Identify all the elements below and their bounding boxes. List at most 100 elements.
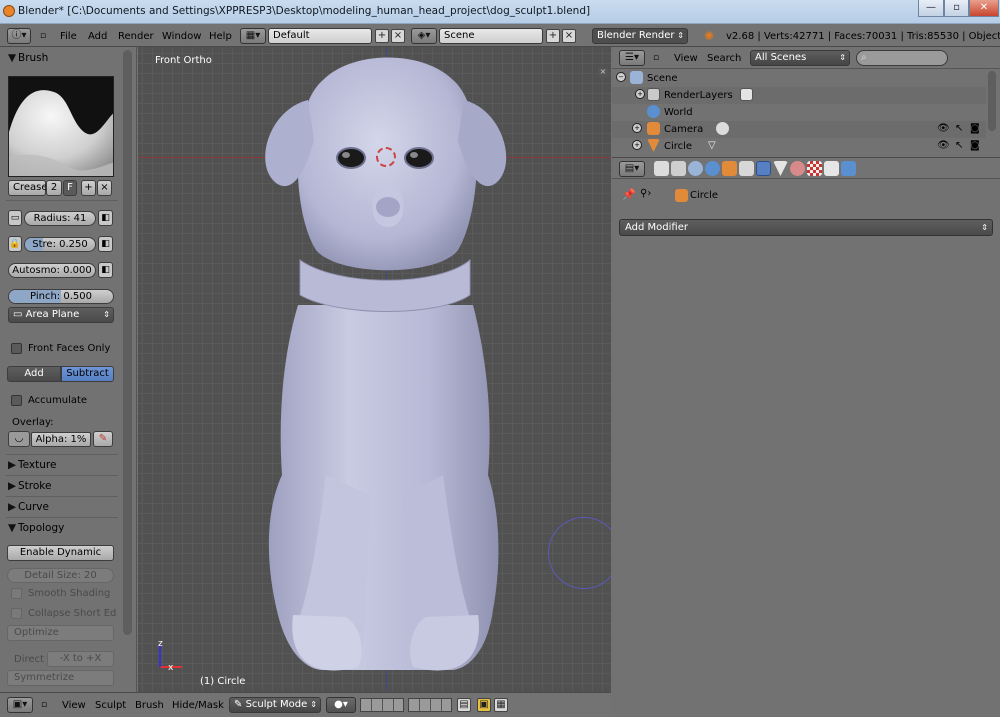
editor-type-properties-icon[interactable]: ▤▾ (619, 161, 645, 177)
tool-shelf-scrollbar[interactable] (123, 50, 132, 635)
expand-toggle-icon[interactable]: + (632, 123, 642, 133)
overlay-eye-icon[interactable]: ◡ (8, 431, 30, 447)
modifiers-tab-icon[interactable] (756, 161, 771, 176)
menu-sculpt[interactable]: Sculpt (95, 700, 126, 711)
editor-type-outliner-icon[interactable]: ☰▾ (619, 50, 645, 66)
constraints-tab-icon[interactable] (739, 161, 754, 176)
autosmooth-pressure-icon[interactable]: ◧ (98, 262, 113, 278)
smooth-shading-checkbox[interactable] (11, 588, 22, 599)
topology-panel-header[interactable]: ▼ Topology (8, 522, 64, 534)
menu-help[interactable]: Help (209, 31, 232, 42)
optimize-button[interactable]: Optimize (7, 625, 114, 641)
outliner-menu-search[interactable]: Search (707, 53, 741, 64)
mesh-data-tab-icon[interactable] (773, 161, 788, 176)
render-animation-icon[interactable]: ▦ (494, 698, 508, 712)
radius-slider[interactable]: Radius: 41 (24, 211, 96, 226)
outliner-search-input[interactable]: ⌕ (856, 50, 948, 66)
menu-view[interactable]: View (62, 700, 86, 711)
remove-scene-icon[interactable]: × (562, 29, 576, 43)
particles-tab-icon[interactable] (824, 161, 839, 176)
menu-toggle-icon[interactable]: ▫ (653, 53, 659, 63)
visibility-eye-icon[interactable]: 👁 (937, 123, 950, 134)
symmetrize-button[interactable]: Symmetrize (7, 670, 114, 686)
pinch-slider[interactable]: Pinch: 0.500 (8, 289, 114, 304)
radius-pressure-icon[interactable]: ◧ (98, 210, 113, 226)
pin-icon[interactable]: 📌 (622, 188, 636, 201)
radius-unit-icon[interactable]: ▭ (8, 210, 22, 226)
menu-hide-mask[interactable]: Hide/Mask (172, 700, 224, 711)
accumulate-checkbox[interactable] (11, 395, 22, 406)
world-tab-icon[interactable] (705, 161, 720, 176)
autosmooth-slider[interactable]: Autosmo: 0.000 (8, 263, 96, 278)
renderable-camera-icon[interactable]: ◙ (970, 123, 980, 134)
add-mode-button[interactable]: Add (7, 366, 61, 382)
brush-preview[interactable] (8, 76, 114, 177)
visibility-eye-icon[interactable]: 👁 (937, 140, 950, 151)
subtract-mode-button[interactable]: Subtract (61, 366, 114, 382)
add-screen-icon[interactable]: + (375, 29, 389, 43)
material-tab-icon[interactable] (790, 161, 805, 176)
outliner-row-camera[interactable]: + Camera 👁 ↖ ◙ (612, 121, 986, 138)
add-scene-icon[interactable]: + (546, 29, 560, 43)
mode-select[interactable]: ✎ Sculpt Mode ⇕ (229, 697, 321, 713)
symmetrize-direction-select[interactable]: -X to +X (47, 651, 114, 667)
outliner-menu-view[interactable]: View (674, 53, 698, 64)
front-faces-checkbox[interactable] (11, 343, 22, 354)
menu-file[interactable]: File (60, 31, 77, 42)
scene-tab-icon[interactable] (688, 161, 703, 176)
expand-toggle-icon[interactable]: + (635, 89, 645, 99)
detail-size-slider[interactable]: Detail Size: 20 (7, 568, 114, 583)
brush-users-count[interactable]: 2 (46, 180, 62, 196)
render-layers-tab-icon[interactable] (671, 161, 686, 176)
collapse-toggle-icon[interactable]: − (616, 72, 626, 82)
outliner-display-select[interactable]: All Scenes ⇕ (750, 50, 850, 66)
object-tab-icon[interactable] (722, 161, 737, 176)
scene-field[interactable]: Scene (439, 28, 543, 44)
texture-panel-header[interactable]: ▶ Texture (8, 459, 56, 471)
screen-layout-field[interactable]: Default (268, 28, 372, 44)
outliner-row-scene[interactable]: − Scene (612, 70, 986, 87)
editor-type-3dview-icon[interactable]: ▣▾ (7, 697, 33, 713)
unlink-brush-icon[interactable]: × (97, 180, 112, 196)
texture-tab-icon[interactable] (807, 161, 822, 176)
outliner-row-renderlayers[interactable]: + RenderLayers (612, 87, 986, 104)
render-preview-icon[interactable]: ▣ (477, 698, 491, 712)
outliner-scrollbar[interactable] (988, 71, 996, 131)
menu-brush[interactable]: Brush (135, 700, 164, 711)
scene-icon[interactable]: ◈▾ (411, 28, 437, 44)
menu-render[interactable]: Render (118, 31, 154, 42)
strength-slider[interactable]: Stre: 0.250 (24, 237, 96, 252)
sculpt-plane-select[interactable]: ▭ Area Plane ⇕ (8, 307, 114, 323)
strength-pressure-icon[interactable]: ◧ (98, 236, 113, 252)
layers-row-1-icon[interactable] (360, 698, 404, 712)
curve-panel-header[interactable]: ▶ Curve (8, 501, 49, 513)
strength-lock-icon[interactable]: 🔒 (8, 236, 22, 252)
screen-layout-icon[interactable]: ▦▾ (240, 28, 266, 44)
new-brush-icon[interactable]: + (81, 180, 96, 196)
remove-screen-icon[interactable]: × (391, 29, 405, 43)
outliner-row-circle[interactable]: + Circle ▽ 👁 ↖ ◙ (612, 138, 986, 155)
selectable-cursor-icon[interactable]: ↖ (955, 140, 963, 151)
eyedropper-icon[interactable]: ✎ (93, 431, 113, 447)
menu-toggle-icon[interactable]: ▫ (41, 700, 47, 710)
layer-lock-icon[interactable]: ▤ (457, 698, 471, 712)
fake-user-button[interactable]: F (63, 180, 77, 196)
add-modifier-select[interactable]: Add Modifier ⇕ (619, 219, 993, 236)
collapse-short-edges-checkbox[interactable] (11, 608, 22, 619)
editor-type-info-icon[interactable]: ⓘ▾ (7, 28, 31, 44)
menu-toggle-icon[interactable]: ▫ (40, 31, 46, 41)
selectable-cursor-icon[interactable]: ↖ (955, 123, 963, 134)
close-button[interactable]: ✕ (969, 0, 999, 17)
maximize-button[interactable]: ▫ (944, 0, 969, 17)
alpha-slider[interactable]: Alpha: 1% (31, 432, 91, 447)
physics-tab-icon[interactable] (841, 161, 856, 176)
brush-panel-header[interactable]: ▼ Brush (8, 52, 48, 64)
enable-dynamic-button[interactable]: Enable Dynamic (7, 545, 114, 561)
expand-toggle-icon[interactable]: + (632, 140, 642, 150)
outliner-row-world[interactable]: World (612, 104, 986, 121)
viewport-corner-icon[interactable]: × (598, 67, 608, 77)
renderable-camera-icon[interactable]: ◙ (970, 140, 980, 151)
stroke-panel-header[interactable]: ▶ Stroke (8, 480, 51, 492)
minimize-button[interactable]: — (918, 0, 944, 17)
render-tab-icon[interactable] (654, 161, 669, 176)
